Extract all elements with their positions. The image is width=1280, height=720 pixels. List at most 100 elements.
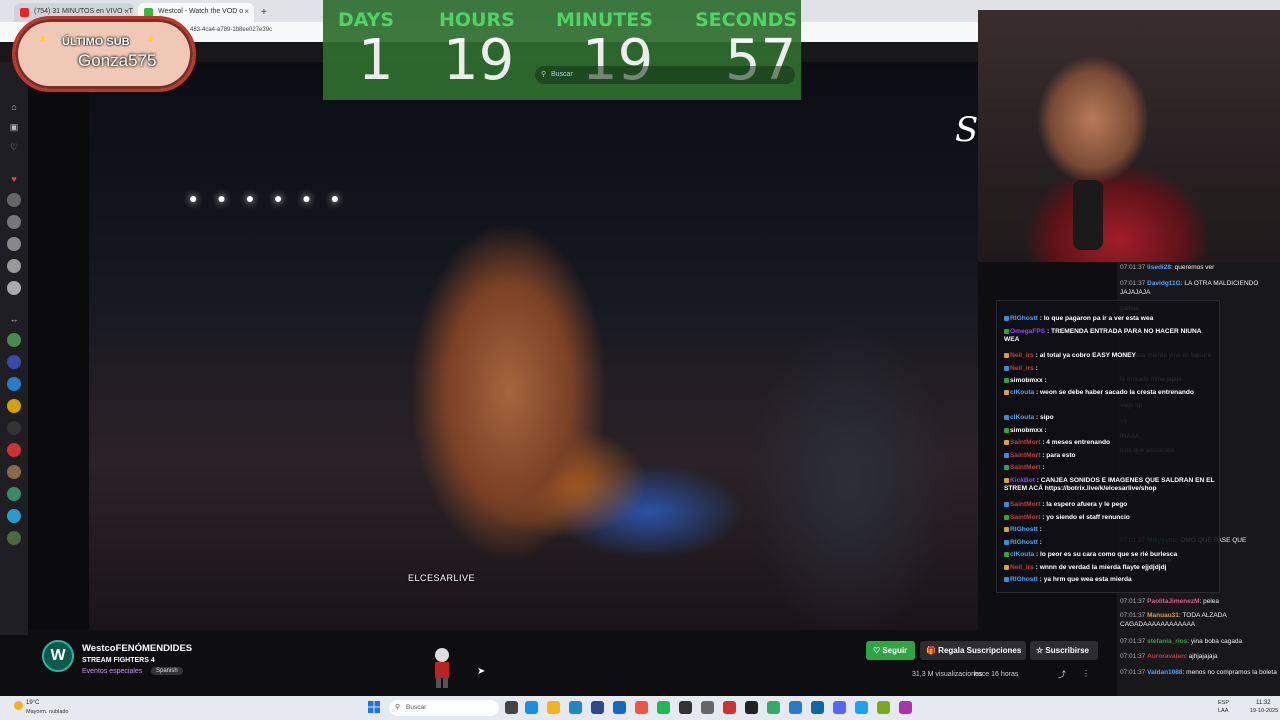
youtube-icon — [20, 8, 29, 17]
video-player[interactable]: ● ● ● ● ● ● — [89, 62, 978, 630]
search-input[interactable]: ⚲ Buscar — [535, 66, 795, 84]
channel-avatar-icon[interactable] — [7, 215, 21, 229]
settings-icon[interactable] — [701, 701, 714, 714]
channel-avatar-icon[interactable] — [7, 531, 21, 545]
app-icon[interactable] — [789, 701, 802, 714]
channel-avatar-icon[interactable] — [7, 377, 21, 391]
channel-avatar-icon[interactable] — [7, 465, 21, 479]
chat-text: : CANJEA SONIDOS E IMAGENES QUE SALDRAN … — [1004, 477, 1215, 493]
chat-username[interactable]: stefania_rios — [1147, 638, 1187, 645]
follow-button[interactable]: ♡ Seguir — [866, 641, 915, 660]
channel-avatar-icon[interactable] — [7, 399, 21, 413]
channel-avatar-icon[interactable] — [7, 421, 21, 435]
chat-badge-icon — [1004, 439, 1009, 445]
close-icon[interactable]: × — [244, 7, 249, 16]
app-icon[interactable] — [723, 701, 736, 714]
gift-subs-button[interactable]: 🎁 Regala Suscripciones — [920, 641, 1026, 660]
chat-message: 07:01:37 Davidg11G: LA OTRA MALDICIENDO … — [1120, 280, 1278, 297]
language-tag[interactable]: Spanish — [151, 667, 183, 675]
chat-username[interactable]: Valdan1088 — [1147, 669, 1182, 676]
chat-username[interactable]: lisedi28 — [1147, 264, 1171, 271]
chat-username: OmegaFPS — [1010, 328, 1046, 335]
file-explorer-icon[interactable] — [547, 701, 560, 714]
overlay-chat-message: clKouta : lo peor es su cara como que se… — [1004, 551, 1216, 559]
copilot-icon[interactable] — [525, 701, 538, 714]
chat-badge-icon — [1004, 539, 1009, 545]
tab-label: Westcol - Watch the VOD o — [158, 8, 244, 15]
channel-avatar-icon[interactable] — [7, 509, 21, 523]
channel-avatar-icon[interactable] — [7, 193, 21, 207]
windows-start-icon[interactable] — [368, 701, 380, 713]
taskbar-search[interactable]: ⚲ Buscar — [389, 700, 499, 716]
app-icon[interactable] — [899, 701, 912, 714]
edge-icon[interactable] — [569, 701, 582, 714]
star-icon: ★ — [38, 34, 47, 45]
chat-badge-icon — [1004, 526, 1009, 532]
channel-name[interactable]: WestcoFENÓMENDIDES — [82, 643, 192, 654]
chat-username[interactable]: PaolitaJimenezM — [1147, 598, 1199, 605]
avatar[interactable]: W — [42, 640, 74, 672]
overlay-chat-message: clKouta : weon se debe haber sacado la c… — [1004, 389, 1216, 397]
channel-avatar-icon[interactable] — [7, 259, 21, 273]
channel-avatar-icon[interactable] — [7, 355, 21, 369]
discord-icon[interactable] — [833, 701, 846, 714]
chat-timestamp: 07:01:37 — [1120, 638, 1146, 645]
subscribe-button[interactable]: ☆ Suscribirse — [1030, 641, 1098, 660]
url-text[interactable]: 483-4ca4-a789-1b8ee027e39c — [190, 27, 272, 33]
task-view-icon[interactable] — [505, 701, 518, 714]
app-icon[interactable] — [877, 701, 890, 714]
channel-avatar-icon[interactable] — [7, 333, 21, 347]
app-icon[interactable] — [855, 701, 868, 714]
app-icon[interactable] — [767, 701, 780, 714]
chat-message: 07:01:37 Auroravalen: ajhjajajaja — [1120, 653, 1278, 662]
browse-icon[interactable]: ▣ — [6, 120, 22, 134]
favorite-icon[interactable]: ♥ — [6, 172, 22, 186]
chat-username: RIGhostt — [1010, 576, 1038, 583]
new-tab-button[interactable]: + — [256, 2, 274, 21]
star-icon: ★ — [146, 34, 155, 45]
terminal-icon[interactable] — [745, 701, 758, 714]
more-options-icon[interactable]: ⋮ — [1082, 669, 1090, 678]
chat-username[interactable]: Auroravalen — [1147, 653, 1185, 660]
expand-icon[interactable]: ↔ — [6, 312, 22, 326]
category-link[interactable]: Eventos especiales — [82, 668, 142, 675]
close-icon[interactable]: × — [124, 7, 129, 16]
app-icon[interactable] — [679, 701, 692, 714]
outlook-icon[interactable] — [613, 701, 626, 714]
channel-avatar-icon[interactable] — [7, 281, 21, 295]
overlay-chat-message: SaintMort : yo siendo el staff renuncio — [1004, 514, 1216, 522]
chat-username: SaintMort — [1010, 514, 1041, 521]
channel-avatar-icon[interactable] — [7, 487, 21, 501]
tray-language[interactable]: ESP — [1218, 700, 1229, 706]
chat-username: RIGhostt — [1010, 539, 1038, 546]
chat-username[interactable]: Manuau31 — [1147, 612, 1179, 619]
app-icon[interactable] — [591, 701, 604, 714]
clock-time[interactable]: 11:32 — [1256, 700, 1271, 706]
stream-title: STREAM FIGHTERS 4 — [82, 657, 155, 664]
overlay-chat-message: Neil_irs : — [1004, 365, 1216, 373]
chat-text: : lo que pagaron pa ir a ver esta wea — [1037, 315, 1154, 322]
clock-date[interactable]: 19-10-2025 — [1250, 708, 1278, 714]
chat-username[interactable]: Davidg11G — [1147, 280, 1181, 287]
chat-username: SaintMort — [1010, 452, 1041, 459]
channel-avatar-icon[interactable] — [7, 443, 21, 457]
chat-badge-icon — [1004, 551, 1009, 557]
chat-message: 07:01:37 Manuau31: TODA ALZADA CAGADAAAA… — [1120, 612, 1278, 629]
chat-text: : wnnn de verdad la mierda flayte ejjdjd… — [1033, 564, 1167, 571]
home-icon[interactable]: ⌂ — [6, 100, 22, 114]
share-icon[interactable]: ⤴ — [1058, 669, 1066, 680]
overlay-chat-message: Neil_irs : al total ya cobro EASY MONEY — [1004, 352, 1216, 360]
chrome-icon[interactable] — [635, 701, 648, 714]
weather-temp[interactable]: 19°C — [26, 700, 39, 706]
chat-username: clKouta — [1010, 414, 1035, 421]
tray-layout[interactable]: LAA — [1218, 708, 1228, 714]
app-icon[interactable] — [811, 701, 824, 714]
arena-lights: ● ● ● ● ● ● — [189, 190, 348, 206]
channel-avatar-icon[interactable] — [7, 237, 21, 251]
following-icon[interactable]: ♡ — [6, 140, 22, 154]
spotify-icon[interactable] — [657, 701, 670, 714]
weather-desc[interactable]: Mayorm. nublado — [26, 709, 69, 715]
chat-badge-icon — [1004, 352, 1009, 358]
chat-text: : — [1042, 377, 1047, 384]
chat-text: : lo peor es su cara como que se rié bur… — [1034, 551, 1178, 558]
